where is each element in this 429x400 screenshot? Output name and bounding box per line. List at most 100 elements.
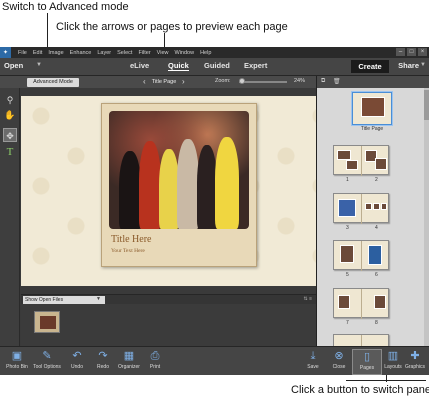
share-button[interactable]: Share xyxy=(398,61,419,70)
page-number: 6 xyxy=(375,272,378,278)
pages-icon: ▯ xyxy=(363,351,371,363)
chevron-down-icon[interactable]: ▼ xyxy=(36,62,42,68)
hand-tool-icon[interactable]: ✋ xyxy=(3,108,17,122)
page-number: 8 xyxy=(375,320,378,326)
menu-layer[interactable]: Layer xyxy=(97,50,111,56)
menu-enhance[interactable]: Enhance xyxy=(70,50,92,56)
photo-bin-button[interactable]: ▣ Photo Bin xyxy=(2,349,32,375)
group-photo[interactable] xyxy=(109,111,249,229)
add-page-icon[interactable]: ⧉ xyxy=(321,78,325,85)
advanced-mode-button[interactable]: Advanced Mode xyxy=(27,78,79,87)
print-label: Print xyxy=(149,364,161,370)
minimize-icon[interactable]: – xyxy=(396,48,405,56)
organizer-label: Organizer xyxy=(118,364,140,370)
page-thumbnail-title[interactable] xyxy=(351,91,393,126)
photo-bin-label: Photo Bin xyxy=(6,364,28,370)
mode-bar: Open ▼ eLive Quick Guided Expert Create … xyxy=(0,58,429,76)
cover-photo xyxy=(361,97,385,117)
graphics-icon: ✚ xyxy=(410,350,420,362)
page-spread-5-6[interactable] xyxy=(333,240,389,271)
page-spread-3-4[interactable] xyxy=(333,193,389,224)
tab-expert[interactable]: Expert xyxy=(244,61,267,70)
close-window-icon[interactable]: × xyxy=(418,48,427,56)
redo-label: Redo xyxy=(97,364,109,370)
page-name[interactable]: Title Page xyxy=(144,77,184,87)
page-number: 5 xyxy=(346,272,349,278)
menu-help[interactable]: Help xyxy=(200,50,211,56)
pages-panel-toolbar: ⧉ 🗑 xyxy=(317,76,429,88)
menu-select[interactable]: Select xyxy=(117,50,132,56)
close-icon: ⊗ xyxy=(334,350,344,362)
pages-label: Pages xyxy=(359,365,375,371)
create-button[interactable]: Create xyxy=(351,60,389,73)
close-button[interactable]: ⊗ Close xyxy=(324,349,354,375)
text-tool-icon[interactable]: T xyxy=(3,145,17,159)
photo-bin-source-select[interactable]: Show Open Files xyxy=(23,296,105,304)
zoom-slider[interactable] xyxy=(239,81,287,83)
page-number: 7 xyxy=(346,320,349,326)
tab-elive[interactable]: eLive xyxy=(130,61,149,70)
pages-panel: ⧉ 🗑 Title Page 1 2 3 4 5 6 7 8 xyxy=(316,76,429,346)
layouts-icon: ▥ xyxy=(387,350,399,362)
undo-icon: ↶ xyxy=(72,350,82,362)
photo-bin-thumbnail[interactable] xyxy=(34,311,60,333)
photo-frame[interactable]: Title Here Your Text Here xyxy=(101,103,257,267)
move-tool-icon[interactable]: ✥ xyxy=(3,128,17,142)
maximize-icon[interactable]: □ xyxy=(407,48,416,56)
tab-guided[interactable]: Guided xyxy=(204,61,230,70)
zoom-slider-handle[interactable] xyxy=(238,78,245,84)
canvas-area: Title Here Your Text Here xyxy=(21,88,316,293)
pages-scrollbar[interactable] xyxy=(424,88,429,346)
menu-view[interactable]: View xyxy=(157,50,169,56)
callout-line-buttons-v xyxy=(386,374,387,382)
spread-gutter xyxy=(361,146,362,176)
menu-filter[interactable]: Filter xyxy=(138,50,150,56)
photo-book-page[interactable]: Title Here Your Text Here xyxy=(21,96,316,286)
menu-file[interactable]: File xyxy=(18,50,27,56)
zoom-label: Zoom: xyxy=(215,78,231,84)
spread-photo xyxy=(338,199,356,217)
page-spread-1-2[interactable] xyxy=(333,145,389,176)
delete-page-icon[interactable]: 🗑 xyxy=(333,78,341,85)
pages-scrollbar-thumb[interactable] xyxy=(424,90,429,120)
title-page-label: Title Page xyxy=(360,126,384,132)
spread-photo xyxy=(365,203,372,210)
tab-quick[interactable]: Quick xyxy=(168,61,189,71)
menu-window[interactable]: Window xyxy=(175,50,195,56)
tool-options-button[interactable]: ✎ Tool Options xyxy=(32,349,62,375)
app-logo-icon: ✦ xyxy=(0,47,11,58)
photo-bin-header: Show Open Files ▼ ⇅ ≡ xyxy=(21,294,316,304)
menu-image[interactable]: Image xyxy=(48,50,63,56)
callout-buttons: Click a button to switch panes xyxy=(291,384,429,396)
spread-photo xyxy=(340,245,354,263)
save-icon: ⤓ xyxy=(310,350,316,362)
photo-person xyxy=(177,139,199,229)
subtitle-text[interactable]: Your Text Here xyxy=(111,248,145,254)
open-button[interactable]: Open xyxy=(4,61,23,70)
bin-options-icon[interactable]: ⇅ ≡ xyxy=(304,296,313,302)
bin-chevron-down-icon[interactable]: ▼ xyxy=(96,296,101,302)
share-chevron-down-icon[interactable]: ▼ xyxy=(420,62,426,68)
zoom-tool-icon[interactable]: ⚲ xyxy=(3,93,17,107)
close-label: Close xyxy=(332,364,346,370)
photo-bin-icon: ▣ xyxy=(11,350,23,362)
layouts-label: Layouts xyxy=(384,364,402,370)
page-spread-7-8[interactable] xyxy=(333,288,389,319)
spread-photo xyxy=(337,150,351,160)
page-spread-9-10[interactable] xyxy=(333,334,389,346)
title-text[interactable]: Title Here xyxy=(111,234,151,245)
photo-person xyxy=(119,151,141,229)
print-icon: ⎙ xyxy=(150,350,160,362)
spread-photo xyxy=(338,295,350,309)
page-number: 1 xyxy=(346,177,349,183)
spread-gutter xyxy=(361,241,362,271)
graphics-button[interactable]: ✚ Graphics xyxy=(401,349,429,375)
next-page-icon[interactable]: › xyxy=(182,77,185,87)
print-button[interactable]: ⎙ Print xyxy=(140,349,170,375)
organizer-icon: ▦ xyxy=(123,350,135,362)
spread-gutter xyxy=(361,289,362,319)
graphics-label: Graphics xyxy=(404,364,425,370)
options-bar: Advanced Mode ‹ Title Page › Zoom: 24% xyxy=(0,76,316,88)
menu-edit[interactable]: Edit xyxy=(33,50,42,56)
thumbnail-image xyxy=(40,316,56,329)
